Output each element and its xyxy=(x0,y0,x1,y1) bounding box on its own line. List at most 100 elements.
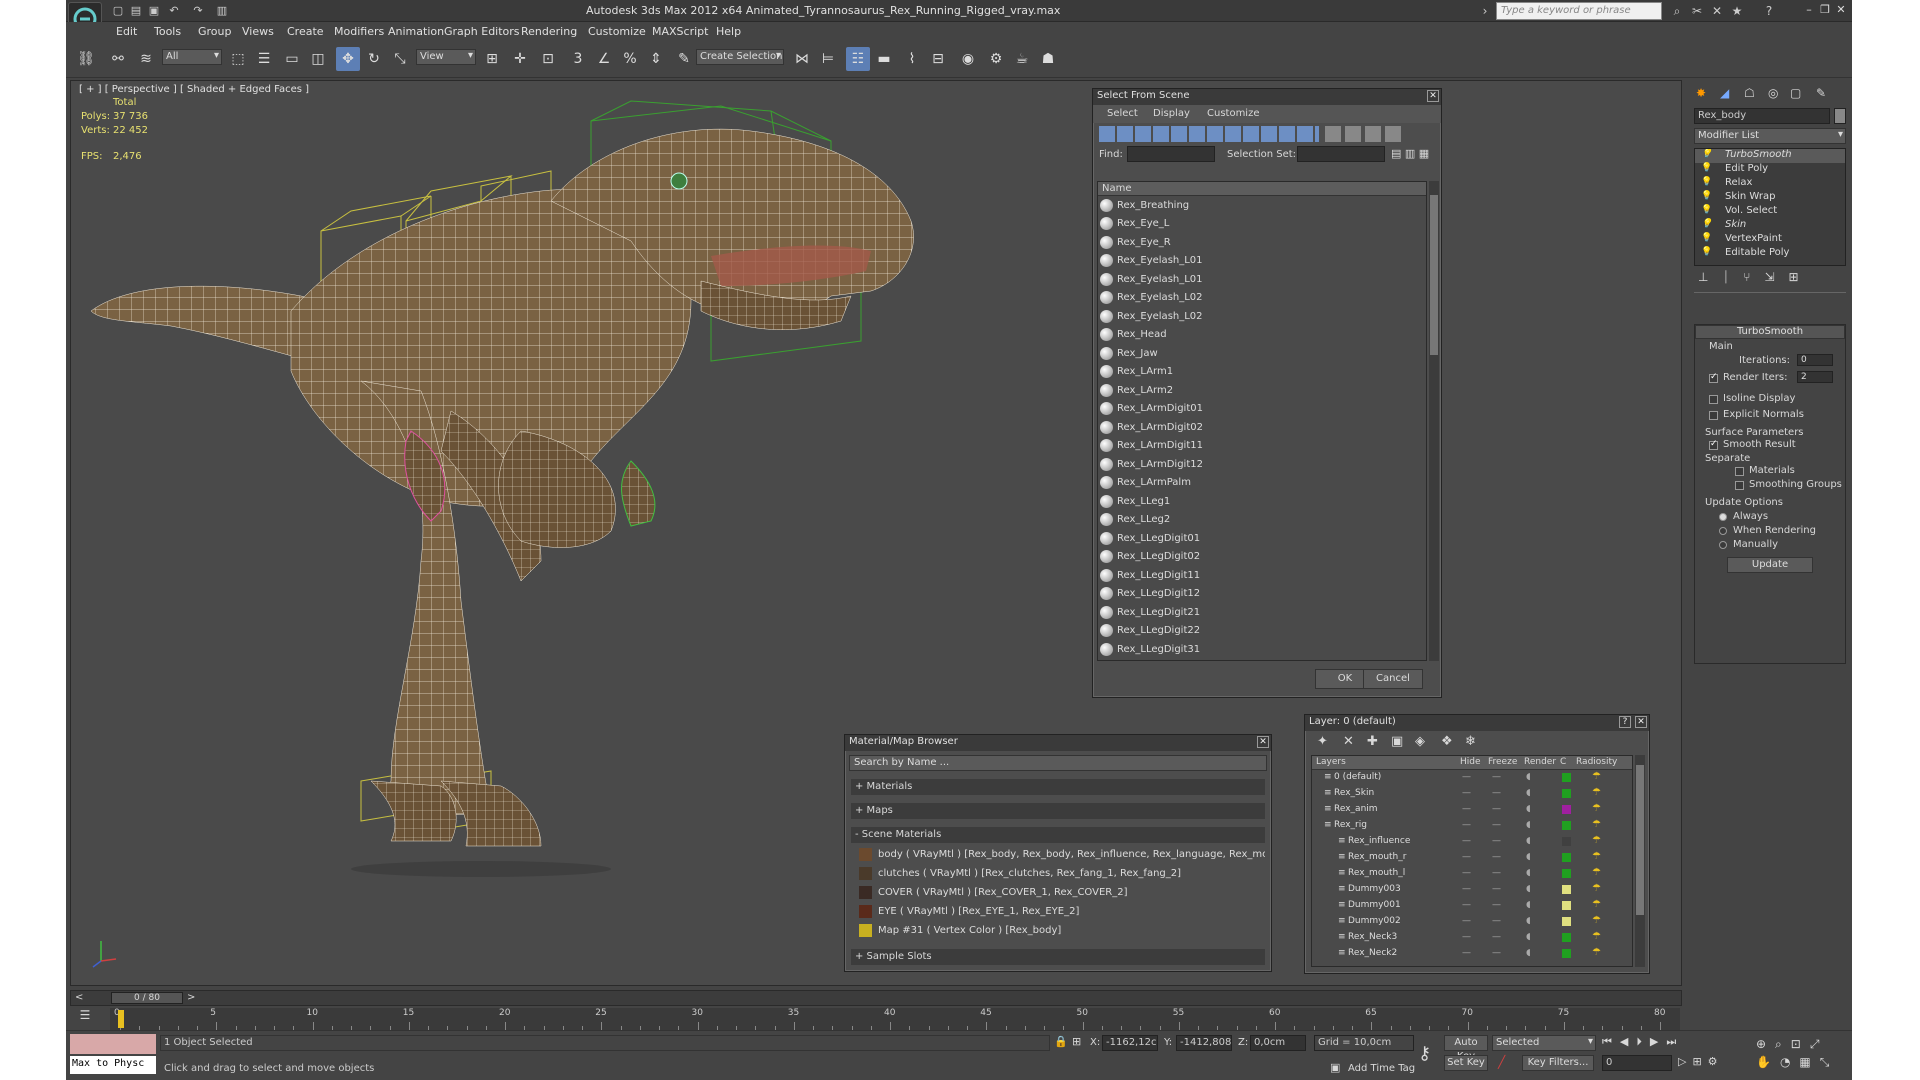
freeze-toggle[interactable]: — xyxy=(1492,916,1501,926)
layer-scrollbar[interactable] xyxy=(1635,755,1645,967)
update-button[interactable]: Update xyxy=(1727,557,1813,573)
scene-object-row[interactable]: Rex_LArmDigit01 xyxy=(1098,400,1426,419)
track-bar[interactable]: 0 5 10 15 20 25 30 35 40 45 50 55 60 65 70 75 80 xyxy=(110,1008,1680,1030)
hide-toggle[interactable]: — xyxy=(1462,900,1471,910)
scene-material-row[interactable]: COVER ( VRayMtl ) [Rex_COVER_1, Rex_COVE… xyxy=(859,883,1265,902)
modifier-stack-item[interactable]: 💡 VertexPaint xyxy=(1695,233,1845,247)
layer-row[interactable]: Rex_rig ≡ — — ◖ ☂ xyxy=(1312,818,1632,834)
save-icon[interactable]: ▣ xyxy=(146,3,162,19)
scene-object-row[interactable]: Rex_Breathing xyxy=(1098,196,1426,215)
layer-color-swatch[interactable] xyxy=(1562,773,1571,782)
render-toggle[interactable]: ◖ xyxy=(1526,932,1531,942)
undo-icon[interactable]: ↶ xyxy=(166,3,182,19)
y-coord-field[interactable]: -1412,808 xyxy=(1176,1035,1232,1051)
iterations-spinner[interactable]: 0 xyxy=(1797,354,1833,366)
hide-toggle[interactable]: — xyxy=(1462,916,1471,926)
selection-filter-dropdown[interactable]: All xyxy=(162,49,222,65)
menu-select[interactable]: Select xyxy=(1107,108,1138,119)
manually-radio[interactable] xyxy=(1719,541,1727,549)
angle-snap-icon[interactable]: ∠ xyxy=(592,47,616,71)
scene-object-row[interactable]: Rex_LLegDigit21 xyxy=(1098,603,1426,622)
pivot-center-icon[interactable]: ⊞ xyxy=(480,47,504,71)
new-icon[interactable]: ▢ xyxy=(110,3,126,19)
schematic-view-icon[interactable]: ⊟ xyxy=(926,47,950,71)
graphite-ribbon-icon[interactable]: ▬ xyxy=(872,47,896,71)
light-bulb-icon[interactable]: 💡 xyxy=(1701,205,1712,215)
layer-color-swatch[interactable] xyxy=(1562,869,1571,878)
select-by-name-icon[interactable]: ☰ xyxy=(252,47,276,71)
scene-object-row[interactable]: Rex_Eye_R xyxy=(1098,233,1426,252)
scene-object-row[interactable]: Rex_Eyelash_L01 xyxy=(1098,270,1426,289)
layer-color-swatch[interactable] xyxy=(1562,805,1571,814)
menu-display[interactable]: Display xyxy=(1153,108,1190,119)
smoothing-groups-checkbox[interactable] xyxy=(1735,481,1744,490)
smooth-result-checkbox[interactable] xyxy=(1709,439,1718,450)
modifier-stack-item[interactable]: 💡 Vol. Select xyxy=(1695,205,1845,219)
layer-row[interactable]: Dummy003 ≡ — — ◖ ☂ xyxy=(1312,882,1632,898)
freeze-toggle[interactable]: — xyxy=(1492,884,1501,894)
bind-spacewarp-icon[interactable]: ≋ xyxy=(134,47,158,71)
hide-toggle[interactable]: — xyxy=(1462,932,1471,942)
hide-toggle[interactable]: — xyxy=(1462,852,1471,862)
freeze-toggle[interactable]: — xyxy=(1492,852,1501,862)
light-bulb-icon[interactable]: 💡 xyxy=(1701,163,1712,173)
render-toggle[interactable]: ◖ xyxy=(1526,948,1531,958)
cancel-button[interactable]: Cancel xyxy=(1363,669,1423,689)
render-toggle[interactable]: ◖ xyxy=(1526,884,1531,894)
create-layer-icon[interactable]: ✦ xyxy=(1317,734,1328,749)
col-render[interactable]: Render xyxy=(1524,757,1556,767)
radiosity-icon[interactable]: ☂ xyxy=(1592,947,1601,958)
render-toggle[interactable]: ◖ xyxy=(1526,916,1531,926)
selection-set-dropdown[interactable] xyxy=(1297,146,1385,162)
close-icon[interactable]: ✕ xyxy=(1427,90,1439,102)
scene-object-row[interactable]: Rex_Eye_L xyxy=(1098,215,1426,234)
light-bulb-icon[interactable]: 💡 xyxy=(1701,149,1712,159)
edit-named-sets-icon[interactable]: ✎ xyxy=(672,47,696,71)
auto-key-button[interactable]: Auto Key xyxy=(1444,1035,1488,1062)
delete-layer-icon[interactable]: ✕ xyxy=(1343,734,1354,749)
snaps-toggle-icon[interactable]: 3 xyxy=(566,47,590,71)
material-browser-title-bar[interactable]: Material/Map Browser ✕ xyxy=(845,735,1271,751)
rendered-frame-icon[interactable]: ☕ xyxy=(1010,47,1034,71)
radiosity-icon[interactable]: ☂ xyxy=(1592,787,1601,798)
project-folder-icon[interactable]: ▥ xyxy=(214,3,230,19)
move-icon[interactable]: ✥ xyxy=(336,47,360,71)
create-tab-icon[interactable]: ✸ xyxy=(1696,86,1706,100)
modifier-stack-item[interactable]: 💡 Editable Poly xyxy=(1695,247,1845,261)
menu-customize[interactable]: Customize xyxy=(588,25,646,38)
layer-row[interactable]: Rex_Neck3 ≡ — — ◖ ☂ xyxy=(1312,930,1632,946)
radiosity-icon[interactable]: ☂ xyxy=(1592,915,1601,926)
scene-material-row[interactable]: Map #31 ( Vertex Color ) [Rex_body] xyxy=(859,921,1265,940)
menu-edit[interactable]: Edit xyxy=(116,25,137,38)
scene-object-row[interactable]: Rex_LArm2 xyxy=(1098,381,1426,400)
name-column-header[interactable]: Name xyxy=(1098,182,1426,196)
freeze-toggle[interactable]: — xyxy=(1492,820,1501,830)
scene-material-row[interactable]: EYE ( VRayMtl ) [Rex_EYE_1, Rex_EYE_2] xyxy=(859,902,1265,921)
key-filters-button[interactable]: Key Filters... xyxy=(1522,1055,1594,1071)
layer-color-swatch[interactable] xyxy=(1562,933,1571,942)
hide-toggle[interactable]: — xyxy=(1462,772,1471,782)
scene-object-row[interactable]: Rex_LLegDigit11 xyxy=(1098,566,1426,585)
freeze-toggle[interactable]: — xyxy=(1492,932,1501,942)
hide-toggle[interactable]: — xyxy=(1462,804,1471,814)
help-icon[interactable]: ? xyxy=(1619,716,1631,728)
find-input[interactable] xyxy=(1127,146,1215,162)
utilities-tab-icon[interactable]: ✎ xyxy=(1816,86,1826,100)
radiosity-icon[interactable]: ☂ xyxy=(1592,931,1601,942)
scene-object-row[interactable]: Rex_Head xyxy=(1098,326,1426,345)
radiosity-icon[interactable]: ☂ xyxy=(1592,867,1601,878)
isoline-display-checkbox[interactable] xyxy=(1709,395,1718,404)
maxscript-listener-upper[interactable] xyxy=(70,1034,156,1054)
time-slider[interactable]: < 0 / 80 > xyxy=(70,990,1682,1006)
named-selection-dropdown[interactable]: Create Selection Se xyxy=(696,49,784,65)
close-icon[interactable]: ✕ xyxy=(1834,3,1848,17)
maps-section[interactable]: + Maps xyxy=(851,803,1265,819)
viewport-navigation-icons[interactable]: ⊕⌕⊡⤢ ✋◔▦⤡ xyxy=(1756,1035,1848,1075)
render-toggle[interactable]: ◖ xyxy=(1526,788,1531,798)
percent-snap-icon[interactable]: % xyxy=(618,47,642,71)
object-name-input[interactable]: Rex_body xyxy=(1694,108,1830,124)
unlink-icon[interactable]: ⚯ xyxy=(106,47,130,71)
scene-object-row[interactable]: Rex_LLegDigit12 xyxy=(1098,585,1426,604)
scrollbar-thumb[interactable] xyxy=(1430,195,1438,355)
radiosity-icon[interactable]: ☂ xyxy=(1592,899,1601,910)
